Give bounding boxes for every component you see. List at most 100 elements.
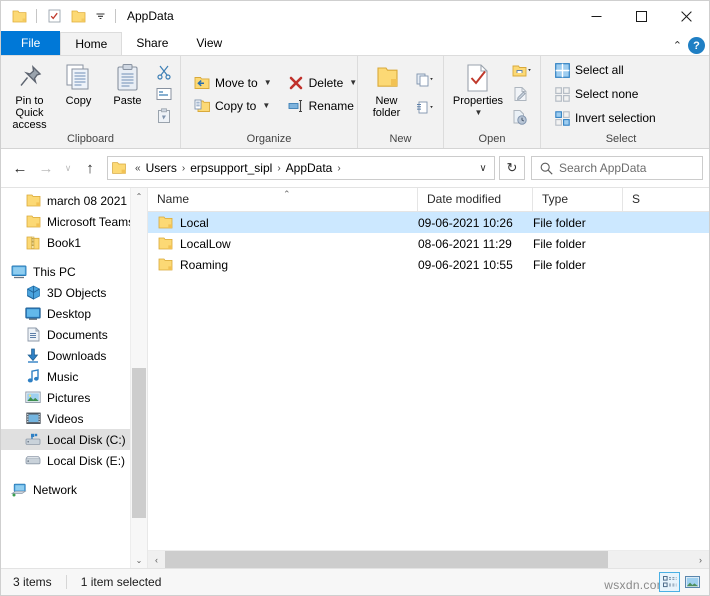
cut-icon[interactable] bbox=[152, 62, 176, 82]
open-icon[interactable] bbox=[508, 61, 536, 81]
copy-button[interactable]: Copy bbox=[54, 57, 103, 131]
sidebar-label: Documents bbox=[47, 327, 108, 342]
refresh-icon: ↻ bbox=[506, 160, 518, 175]
search-box[interactable]: Search AppData bbox=[531, 156, 703, 180]
hscroll-right-button[interactable]: › bbox=[692, 551, 709, 568]
sidebar-scrollbar[interactable]: ⌃ ⌄ bbox=[130, 188, 147, 568]
details-view-button[interactable] bbox=[659, 572, 680, 592]
sidebar-item-videos[interactable]: Videos bbox=[1, 408, 131, 429]
copy-path-icon[interactable] bbox=[152, 84, 176, 104]
sidebar-scroll-up-button[interactable]: ⌃ bbox=[131, 188, 147, 204]
new-folder-button[interactable]: New folder bbox=[362, 57, 411, 131]
move-to-button[interactable]: Move to ▼ bbox=[189, 72, 277, 94]
ribbon-group-label-organize: Organize bbox=[246, 133, 292, 145]
copy-to-caret-icon[interactable]: ▼ bbox=[262, 101, 270, 110]
rename-button[interactable]: Rename bbox=[283, 95, 363, 117]
paste-shortcut-icon[interactable] bbox=[152, 106, 176, 126]
breadcrumb-separator-2[interactable]: › bbox=[275, 163, 282, 174]
sidebar-item-desktop[interactable]: Desktop bbox=[1, 303, 131, 324]
tab-view[interactable]: View bbox=[182, 32, 236, 55]
breadcrumb-item-user[interactable]: erpsupport_sipl bbox=[188, 161, 274, 175]
hscroll-thumb[interactable] bbox=[165, 551, 608, 568]
maximize-button[interactable] bbox=[619, 1, 664, 31]
select-all-button[interactable]: Select all bbox=[549, 59, 661, 81]
videos-icon bbox=[25, 411, 41, 427]
hscroll-track[interactable] bbox=[165, 551, 692, 568]
tab-home[interactable]: Home bbox=[60, 32, 123, 55]
back-button[interactable]: ← bbox=[7, 155, 33, 181]
large-icons-view-button[interactable] bbox=[682, 572, 703, 592]
qat-dropdown-icon[interactable] bbox=[92, 6, 108, 26]
paste-button[interactable]: Paste bbox=[103, 57, 152, 131]
select-none-button[interactable]: Select none bbox=[549, 83, 661, 105]
organize-col-1: Move to ▼ Copy to ▼ bbox=[189, 59, 277, 129]
minimize-button[interactable] bbox=[574, 1, 619, 31]
easy-access-button[interactable] bbox=[411, 98, 439, 118]
ribbon-tab-right-controls: ⌃ ? bbox=[673, 37, 705, 54]
sidebar-item-3d-objects[interactable]: 3D Objects bbox=[1, 282, 131, 303]
breadcrumb-overflow-icon[interactable]: « bbox=[133, 163, 143, 174]
sidebar-item-local-disk-e[interactable]: Local Disk (E:) bbox=[1, 450, 131, 471]
horizontal-scrollbar[interactable]: ‹ › bbox=[148, 550, 709, 568]
column-header-size[interactable]: S bbox=[623, 188, 683, 211]
table-row[interactable]: Local 09-06-2021 10:26 File folder bbox=[148, 212, 709, 233]
pin-to-quick-access-button[interactable]: Pin to Quick access bbox=[5, 57, 54, 131]
sidebar-item-book1[interactable]: Book1 bbox=[1, 232, 131, 253]
sidebar-scroll-down-button[interactable]: ⌄ bbox=[131, 552, 147, 568]
sidebar-item-microsoft-teams[interactable]: Microsoft Teams bbox=[1, 211, 131, 232]
sidebar-item-local-disk-c[interactable]: Local Disk (C:) bbox=[1, 429, 147, 450]
ribbon-group-organize: Move to ▼ Copy to ▼ Delete ▼ Rename Orga… bbox=[181, 56, 358, 148]
table-row[interactable]: LocalLow 08-06-2021 11:29 File folder bbox=[148, 233, 709, 254]
column-header-type[interactable]: Type bbox=[533, 188, 623, 211]
tab-share[interactable]: Share bbox=[122, 32, 182, 55]
properties-caret-icon[interactable]: ▼ bbox=[475, 107, 483, 119]
sidebar-scroll-thumb[interactable] bbox=[132, 368, 146, 518]
new-item-button[interactable] bbox=[411, 70, 439, 90]
address-dropdown-icon[interactable]: ∨ bbox=[472, 157, 494, 179]
breadcrumb-item-appdata[interactable]: AppData bbox=[284, 161, 335, 175]
invert-selection-button[interactable]: Invert selection bbox=[549, 107, 661, 129]
breadcrumb-separator-3[interactable]: › bbox=[335, 163, 342, 174]
up-button[interactable]: ↑ bbox=[77, 155, 103, 181]
edit-icon[interactable] bbox=[508, 84, 532, 104]
sidebar-item-this-pc[interactable]: This PC bbox=[1, 261, 131, 282]
column-header-name[interactable]: ⌃ Name bbox=[148, 188, 418, 211]
address-bar[interactable]: « Users › erpsupport_sipl › AppData › ∨ bbox=[107, 156, 495, 180]
breadcrumb-separator-1[interactable]: › bbox=[180, 163, 187, 174]
recent-locations-button[interactable]: ∨ bbox=[59, 155, 77, 181]
collapse-ribbon-icon[interactable]: ⌃ bbox=[673, 39, 682, 53]
breadcrumb-item-users[interactable]: Users bbox=[144, 161, 179, 175]
table-row[interactable]: Roaming 09-06-2021 10:55 File folder bbox=[148, 254, 709, 275]
new-folder-icon[interactable] bbox=[68, 6, 88, 26]
column-header-date-modified[interactable]: Date modified bbox=[418, 188, 533, 211]
invert-selection-label: Invert selection bbox=[575, 111, 656, 125]
status-separator bbox=[65, 575, 67, 589]
tab-file[interactable]: File bbox=[1, 31, 61, 55]
help-icon[interactable]: ? bbox=[688, 37, 705, 54]
sidebar-label: Local Disk (E:) bbox=[47, 453, 126, 468]
refresh-button[interactable]: ↻ bbox=[499, 156, 525, 180]
delete-caret-icon[interactable]: ▼ bbox=[349, 78, 357, 87]
search-input[interactable]: Search AppData bbox=[559, 161, 646, 175]
delete-button[interactable]: Delete ▼ bbox=[283, 72, 363, 94]
properties-icon[interactable] bbox=[44, 6, 64, 26]
sidebar-item-downloads[interactable]: Downloads bbox=[1, 345, 131, 366]
properties-button[interactable]: Properties ▼ bbox=[448, 57, 508, 131]
move-to-caret-icon[interactable]: ▼ bbox=[264, 78, 272, 87]
sidebar-item-network[interactable]: Network bbox=[1, 479, 131, 500]
close-button[interactable] bbox=[664, 1, 709, 31]
properties-icon bbox=[465, 61, 491, 95]
hscroll-left-button[interactable]: ‹ bbox=[148, 551, 165, 568]
sidebar-item-documents[interactable]: Documents bbox=[1, 324, 131, 345]
folder-icon[interactable] bbox=[9, 6, 29, 26]
sidebar-item-march-08-2021[interactable]: march 08 2021 bbox=[1, 190, 131, 211]
sidebar-item-music[interactable]: Music bbox=[1, 366, 131, 387]
column-header-date-label: Date modified bbox=[427, 192, 502, 206]
copy-to-button[interactable]: Copy to ▼ bbox=[189, 95, 277, 117]
history-icon[interactable] bbox=[508, 107, 532, 127]
forward-button[interactable]: → bbox=[33, 155, 59, 181]
clipboard-small-icons bbox=[152, 59, 176, 129]
select-all-label: Select all bbox=[575, 63, 624, 77]
sidebar-item-pictures[interactable]: Pictures bbox=[1, 387, 131, 408]
new-folder-icon bbox=[372, 61, 402, 95]
